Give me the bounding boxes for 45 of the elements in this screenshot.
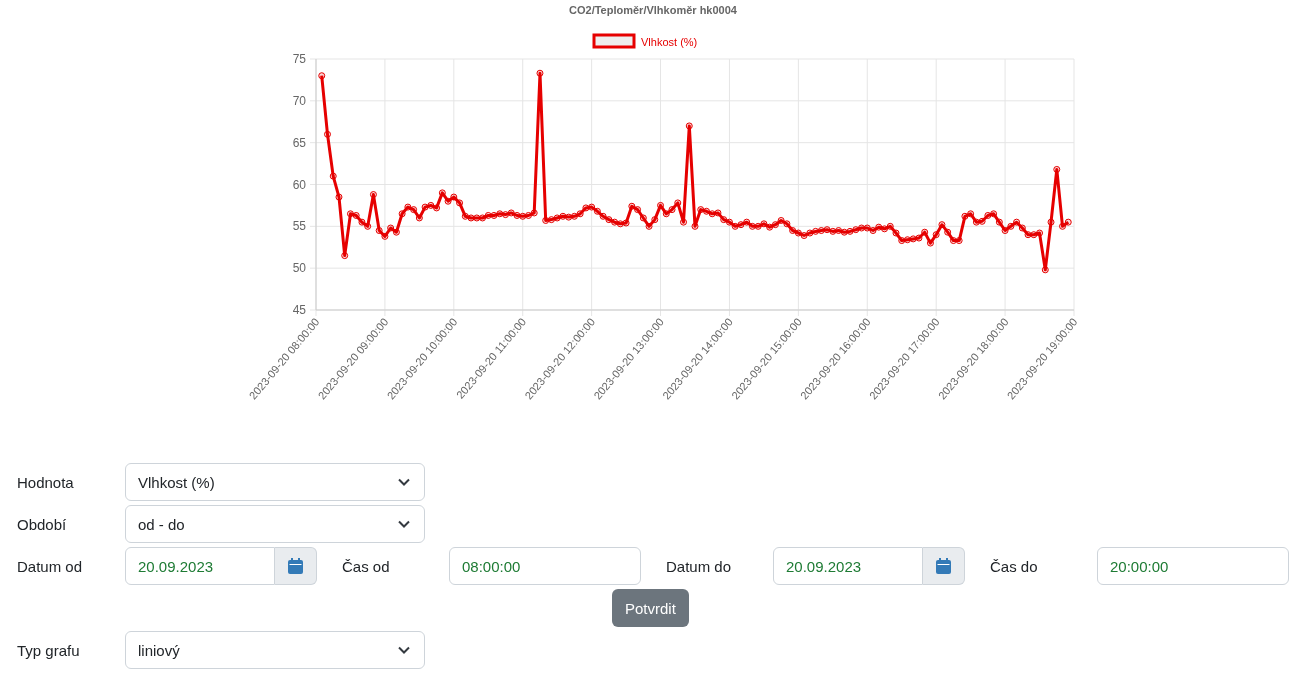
y-tick-label: 70 — [292, 93, 306, 108]
y-tick-label: 60 — [292, 177, 306, 192]
legend-swatch[interactable] — [592, 33, 636, 49]
y-tick-label: 65 — [292, 135, 306, 150]
y-tick-label: 55 — [292, 219, 306, 234]
calendar-icon — [936, 558, 951, 574]
data-point — [1053, 165, 1061, 173]
date-input[interactable]: 20.09.2023 — [773, 547, 923, 585]
field-label: Datum do — [666, 557, 733, 575]
calendar-icon — [288, 558, 303, 574]
chevron-icon — [398, 520, 410, 528]
field-label: Čas od — [342, 557, 391, 575]
field-label: Hodnota — [17, 473, 75, 491]
select-field[interactable]: od - do — [125, 505, 425, 543]
data-point — [685, 122, 693, 130]
data-point — [680, 218, 687, 226]
field-label: Čas do — [990, 557, 1039, 575]
data-point — [1041, 266, 1049, 274]
legend-label[interactable]: Vlhkost (%) — [641, 36, 698, 48]
data-point — [335, 193, 343, 201]
y-tick-label: 45 — [292, 303, 306, 317]
data-point — [341, 252, 349, 260]
field-label: Datum od — [17, 557, 84, 575]
time-input[interactable]: 08:00:00 — [449, 547, 641, 585]
data-point — [536, 69, 544, 77]
y-tick-label: 75 — [292, 52, 306, 66]
date-input[interactable]: 20.09.2023 — [125, 547, 275, 585]
select-field[interactable]: Vlhkost (%) — [125, 463, 425, 501]
chevron-icon — [398, 646, 410, 654]
data-point — [1047, 218, 1055, 226]
y-tick-label: 50 — [292, 261, 306, 276]
confirm-button[interactable]: Potvrdit — [612, 589, 689, 627]
field-label: Období — [17, 515, 68, 533]
field-label: Typ grafu — [17, 641, 81, 659]
data-point — [318, 72, 326, 80]
calendar-button[interactable] — [275, 547, 317, 585]
chart-title: CO2/Teploměr/Vlhkoměr hk0004 — [569, 4, 737, 16]
calendar-button[interactable] — [923, 547, 965, 585]
data-point — [691, 222, 699, 230]
data-point — [369, 191, 377, 199]
data-point — [324, 130, 331, 138]
data-point — [329, 172, 337, 180]
time-input[interactable]: 20:00:00 — [1097, 547, 1289, 585]
chevron-icon — [398, 478, 410, 486]
select-field[interactable]: liniový — [125, 631, 425, 669]
